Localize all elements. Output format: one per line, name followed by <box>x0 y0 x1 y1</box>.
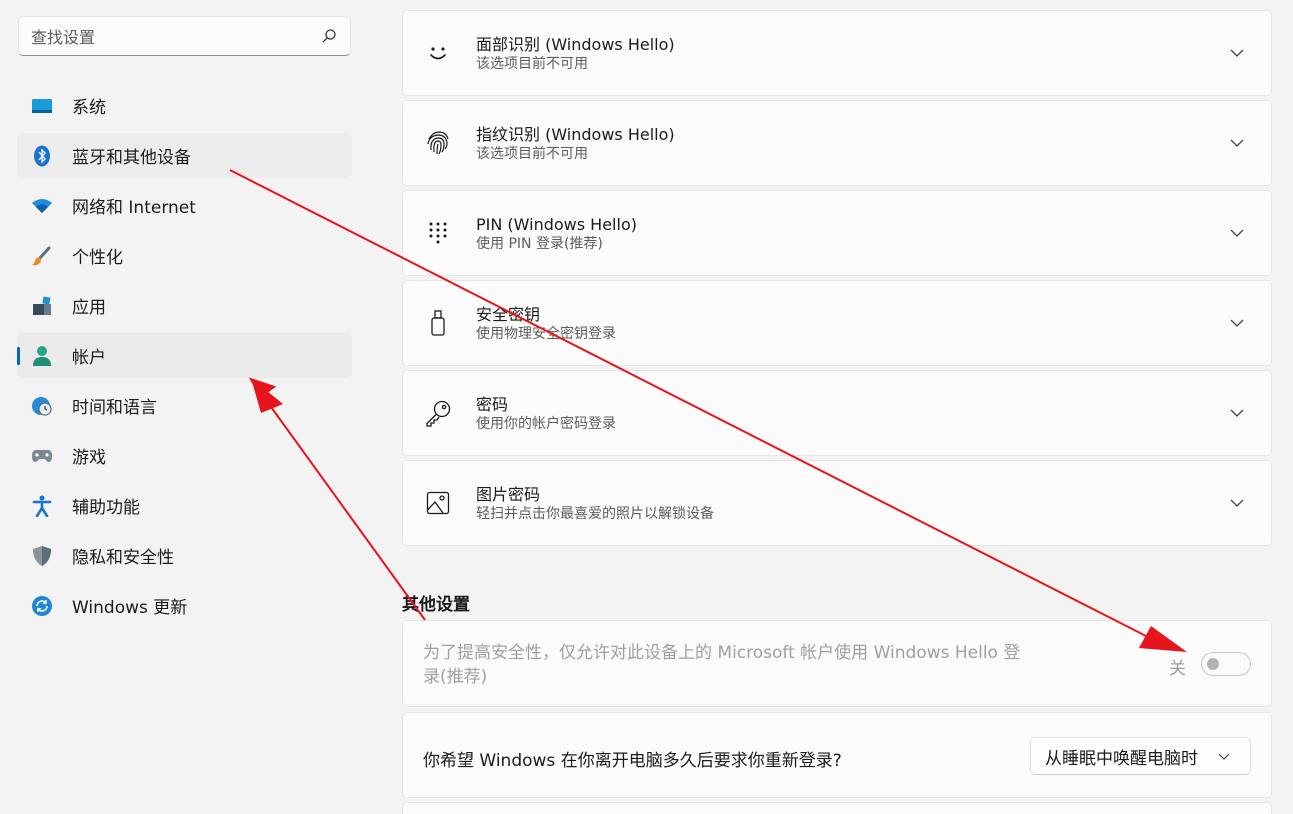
sidebar-item-bluetooth[interactable]: 蓝牙和其他设备 <box>17 133 352 178</box>
wifi-icon <box>31 195 53 217</box>
chevron-down-icon[interactable] <box>1225 491 1249 515</box>
require-signin-dropdown[interactable]: 从睡眠中唤醒电脑时 <box>1030 737 1251 775</box>
sidebar-item-label: 网络和 Internet <box>72 198 196 218</box>
sidebar-item-accessibility[interactable]: 辅助功能 <box>17 483 352 528</box>
face-icon <box>423 38 453 68</box>
sidebar-item-label: 系统 <box>72 98 106 118</box>
bluetooth-icon <box>31 145 53 167</box>
sidebar-item-label: 游戏 <box>72 448 106 468</box>
option-title: 面部识别 (Windows Hello) <box>476 34 675 54</box>
clock-globe-icon <box>31 395 53 417</box>
pin-keypad-icon <box>423 218 453 248</box>
option-title: 安全密钥 <box>476 304 541 324</box>
usb-key-icon <box>423 308 453 338</box>
shield-icon <box>31 545 53 567</box>
chevron-down-icon[interactable] <box>1225 131 1249 155</box>
sidebar: 查找设置 系统 蓝牙和其他设备 网络和 Internet 个性化 应用 帐户 时… <box>0 0 370 814</box>
sidebar-item-apps[interactable]: 应用 <box>17 283 352 328</box>
signin-option-security-key[interactable]: 安全密钥 使用物理安全密钥登录 <box>402 280 1272 366</box>
signin-option-fingerprint[interactable]: 指纹识别 (Windows Hello) 该选项目前不可用 <box>402 100 1272 186</box>
update-icon <box>31 595 53 617</box>
fingerprint-icon <box>423 128 453 158</box>
apps-icon <box>31 295 53 317</box>
option-title: 图片密码 <box>476 484 541 504</box>
chevron-down-icon[interactable] <box>1225 401 1249 425</box>
signin-option-pin[interactable]: PIN (Windows Hello) 使用 PIN 登录(推荐) <box>402 190 1272 276</box>
sidebar-item-label: 应用 <box>72 298 106 318</box>
option-subtitle: 使用 PIN 登录(推荐) <box>476 235 603 252</box>
option-subtitle: 使用物理安全密钥登录 <box>476 325 616 342</box>
sidebar-item-label: Windows 更新 <box>72 598 188 618</box>
sidebar-nav: 系统 蓝牙和其他设备 网络和 Internet 个性化 应用 帐户 时间和语言 … <box>17 83 352 633</box>
option-subtitle: 使用你的帐户密码登录 <box>476 415 616 432</box>
signin-option-password[interactable]: 密码 使用你的帐户密码登录 <box>402 370 1272 456</box>
sidebar-item-label: 辅助功能 <box>72 498 140 518</box>
picture-icon <box>423 488 453 518</box>
chevron-down-icon[interactable] <box>1225 221 1249 245</box>
signin-option-face[interactable]: 面部识别 (Windows Hello) 该选项目前不可用 <box>402 10 1272 96</box>
sidebar-item-time-language[interactable]: 时间和语言 <box>17 383 352 428</box>
sidebar-item-label: 隐私和安全性 <box>72 548 174 568</box>
option-subtitle: 该选项目前不可用 <box>476 145 588 162</box>
search-box[interactable]: 查找设置 <box>18 16 351 56</box>
search-input[interactable]: 查找设置 <box>31 24 320 48</box>
hello-only-description: 为了提高安全性，仅允许对此设备上的 Microsoft 帐户使用 Windows… <box>423 643 1021 687</box>
sidebar-item-network[interactable]: 网络和 Internet <box>17 183 352 228</box>
accessibility-icon <box>31 495 53 517</box>
system-icon <box>31 95 53 117</box>
option-title: 密码 <box>476 394 509 414</box>
signin-option-picture-password[interactable]: 图片密码 轻扫并点击你最喜爱的照片以解锁设备 <box>402 460 1272 546</box>
option-title: 指纹识别 (Windows Hello) <box>476 124 675 144</box>
hello-only-toggle[interactable] <box>1201 652 1251 676</box>
require-signin-question: 你希望 Windows 在你离开电脑多久后要求你重新登录? <box>423 751 842 771</box>
sidebar-item-label: 个性化 <box>72 248 123 268</box>
sidebar-item-privacy[interactable]: 隐私和安全性 <box>17 533 352 578</box>
chevron-down-icon[interactable] <box>1225 311 1249 335</box>
sidebar-item-system[interactable]: 系统 <box>17 83 352 128</box>
hello-only-setting: 为了提高安全性，仅允许对此设备上的 Microsoft 帐户使用 Windows… <box>402 620 1272 707</box>
sidebar-item-windows-update[interactable]: Windows 更新 <box>17 583 352 628</box>
brush-icon <box>31 245 53 267</box>
option-subtitle: 该选项目前不可用 <box>476 55 588 72</box>
active-indicator <box>17 347 20 365</box>
option-subtitle: 轻扫并点击你最喜爱的照片以解锁设备 <box>476 505 714 522</box>
option-title: PIN (Windows Hello) <box>476 214 637 234</box>
sidebar-item-label: 帐户 <box>72 348 106 368</box>
sidebar-item-label: 蓝牙和其他设备 <box>72 148 191 168</box>
toggle-knob <box>1207 658 1219 670</box>
sidebar-item-personalization[interactable]: 个性化 <box>17 233 352 278</box>
account-icon <box>31 345 53 367</box>
dropdown-value: 从睡眠中唤醒电脑时 <box>1045 748 1198 769</box>
require-signin-setting: 你希望 Windows 在你离开电脑多久后要求你重新登录? 从睡眠中唤醒电脑时 <box>402 712 1272 798</box>
sidebar-item-gaming[interactable]: 游戏 <box>17 433 352 478</box>
chevron-down-icon <box>1214 753 1234 760</box>
chevron-down-icon[interactable] <box>1225 41 1249 65</box>
section-title-other-settings: 其他设置 <box>402 595 470 615</box>
sidebar-item-label: 时间和语言 <box>72 398 157 418</box>
key-icon <box>423 398 453 428</box>
next-setting-card <box>402 802 1272 814</box>
search-icon[interactable] <box>320 27 338 45</box>
gamepad-icon <box>31 445 53 467</box>
sidebar-item-accounts[interactable]: 帐户 <box>17 333 352 378</box>
toggle-state-label: 关 <box>1169 659 1186 679</box>
